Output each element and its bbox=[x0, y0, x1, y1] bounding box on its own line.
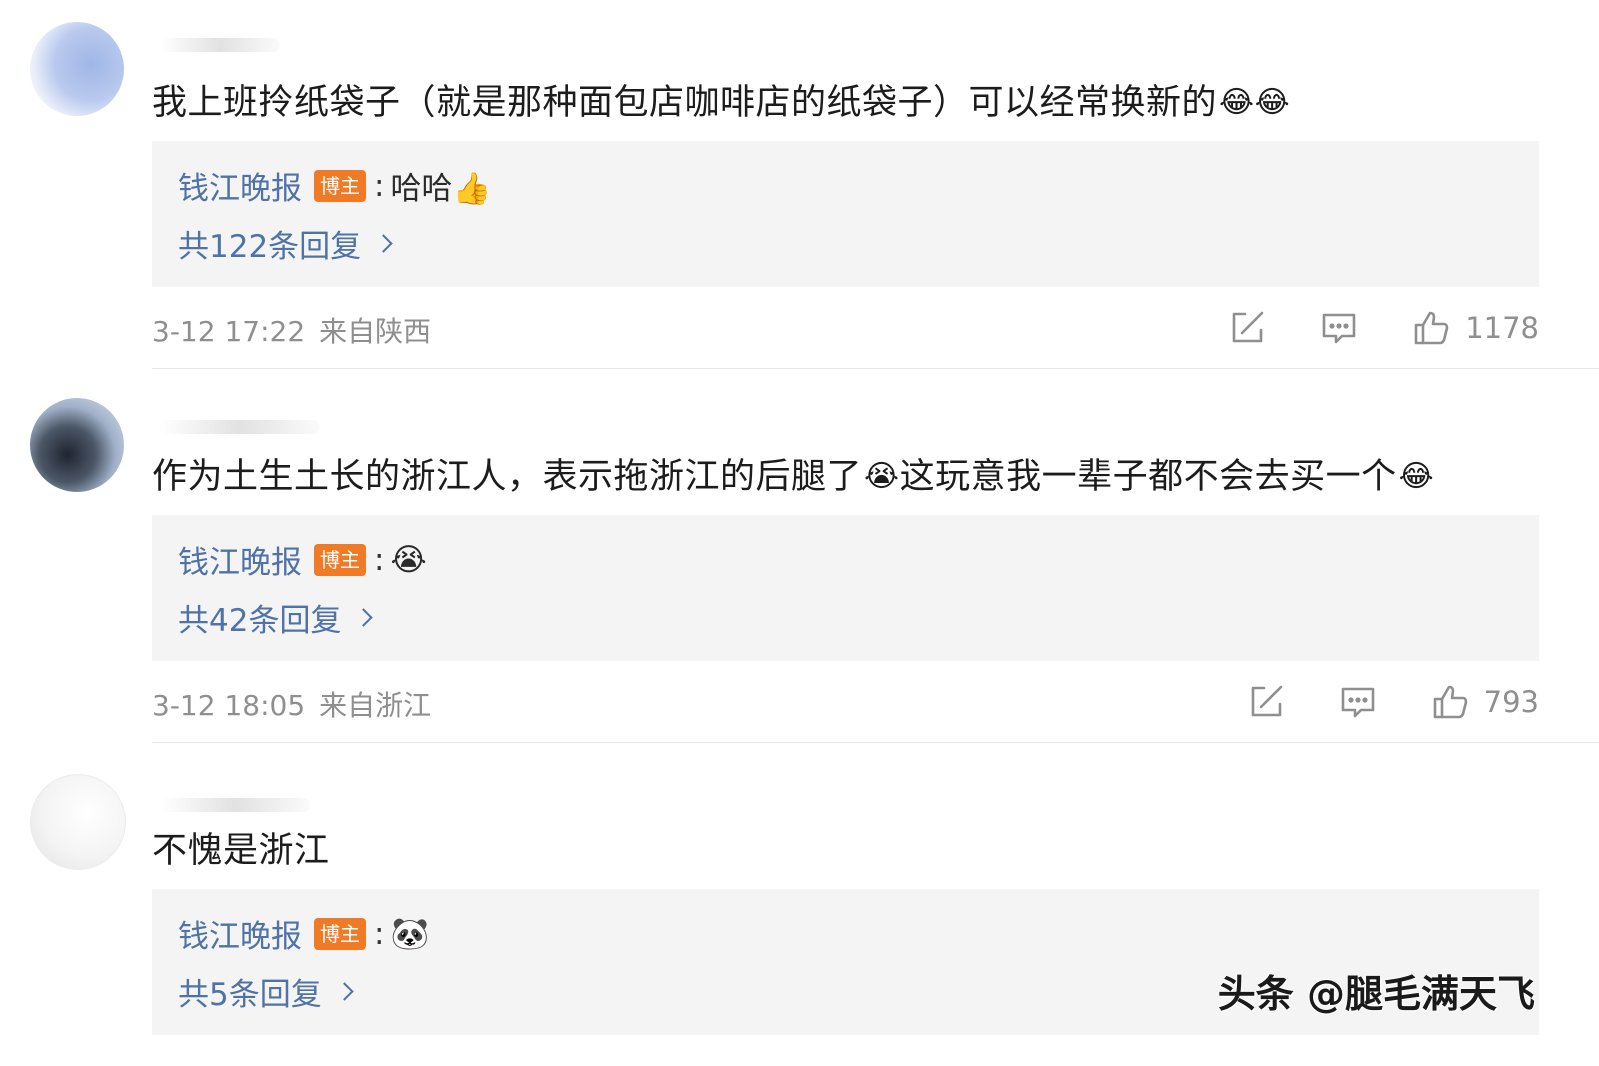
like-count: 1178 bbox=[1465, 311, 1539, 345]
reply-colon: : bbox=[374, 167, 385, 204]
comment-meta: 3-12 17:22 来自陕西 bbox=[152, 310, 431, 350]
thumbs-up-icon[interactable] bbox=[1432, 684, 1468, 720]
action-bar: 793 bbox=[1192, 682, 1539, 722]
comment-icon[interactable] bbox=[1321, 310, 1357, 346]
comment-text: 我上班拎纸袋子（就是那种面包店咖啡店的纸袋子）可以经常换新的😂😂 bbox=[152, 83, 1291, 123]
divider bbox=[152, 368, 1599, 369]
author-badge: 博主 bbox=[314, 543, 366, 576]
view-replies-link[interactable]: 共122条回复 bbox=[178, 221, 393, 266]
thumbs-up-icon[interactable] bbox=[1413, 310, 1449, 346]
share-icon[interactable] bbox=[1229, 310, 1265, 346]
view-replies-link[interactable]: 共42条回复 bbox=[178, 595, 374, 640]
reply-author-link[interactable]: 钱江晚报 bbox=[178, 537, 302, 582]
timestamp: 3-12 17:22 bbox=[152, 315, 306, 348]
reply-preview[interactable]: 钱江晚报 博主 : 😭 共42条回复 bbox=[152, 515, 1539, 661]
location: 来自陕西 bbox=[319, 315, 432, 348]
action-bar: 1178 bbox=[1173, 308, 1539, 348]
divider bbox=[152, 742, 1599, 743]
crying-emoji: 😭 bbox=[864, 459, 900, 494]
reply-content: 😭 bbox=[390, 541, 427, 578]
location: 来自浙江 bbox=[319, 689, 432, 722]
comment-item: 我上班拎纸袋子（就是那种面包店咖啡店的纸袋子）可以经常换新的😂😂 钱江晚报 博主… bbox=[0, 0, 1599, 370]
reply-line: 钱江晚报 博主 : 哈哈👍 bbox=[178, 163, 491, 208]
share-icon[interactable] bbox=[1248, 684, 1284, 720]
reply-content: 哈哈👍 bbox=[390, 171, 492, 207]
author-badge: 博主 bbox=[314, 917, 366, 950]
reply-author-link[interactable]: 钱江晚报 bbox=[178, 911, 302, 956]
author-badge: 博主 bbox=[314, 169, 366, 202]
reply-line: 钱江晚报 博主 : 😭 bbox=[178, 537, 427, 582]
username-redacted bbox=[160, 420, 320, 434]
reply-colon: : bbox=[374, 915, 385, 952]
timestamp: 3-12 18:05 bbox=[152, 689, 306, 722]
comment-icon[interactable] bbox=[1340, 684, 1376, 720]
reply-colon: : bbox=[374, 541, 385, 578]
reply-line: 钱江晚报 博主 : 🐼 bbox=[178, 911, 429, 956]
watermark: 头条 @腿毛满天飞 bbox=[1217, 972, 1535, 1016]
avatar[interactable] bbox=[30, 774, 126, 870]
avatar[interactable] bbox=[30, 398, 124, 492]
like-count: 793 bbox=[1483, 685, 1539, 719]
view-replies-link[interactable]: 共5条回复 bbox=[178, 969, 354, 1014]
laugh-cry-emoji: 😂😂 bbox=[1219, 85, 1291, 120]
avatar[interactable] bbox=[30, 22, 124, 116]
chevron-right-icon bbox=[354, 608, 374, 627]
chevron-right-icon bbox=[335, 982, 354, 1001]
reply-content: 🐼 bbox=[390, 916, 430, 952]
username-redacted bbox=[160, 38, 280, 52]
comment-text: 不愧是浙江 bbox=[152, 831, 330, 871]
chevron-right-icon bbox=[374, 234, 393, 253]
reply-preview[interactable]: 钱江晚报 博主 : 哈哈👍 共122条回复 bbox=[152, 141, 1539, 287]
reply-author-link[interactable]: 钱江晚报 bbox=[178, 163, 302, 208]
username-redacted bbox=[160, 798, 310, 812]
comment-text: 作为土生土长的浙江人，表示拖浙江的后腿了😭这玩意我一辈子都不会去买一个😂 bbox=[152, 457, 1435, 497]
comment-meta: 3-12 18:05 来自浙江 bbox=[152, 684, 431, 724]
laughing-emoji: 😂 bbox=[1398, 459, 1435, 494]
comment-item: 作为土生土长的浙江人，表示拖浙江的后腿了😭这玩意我一辈子都不会去买一个😂 钱江晚… bbox=[0, 370, 1599, 744]
